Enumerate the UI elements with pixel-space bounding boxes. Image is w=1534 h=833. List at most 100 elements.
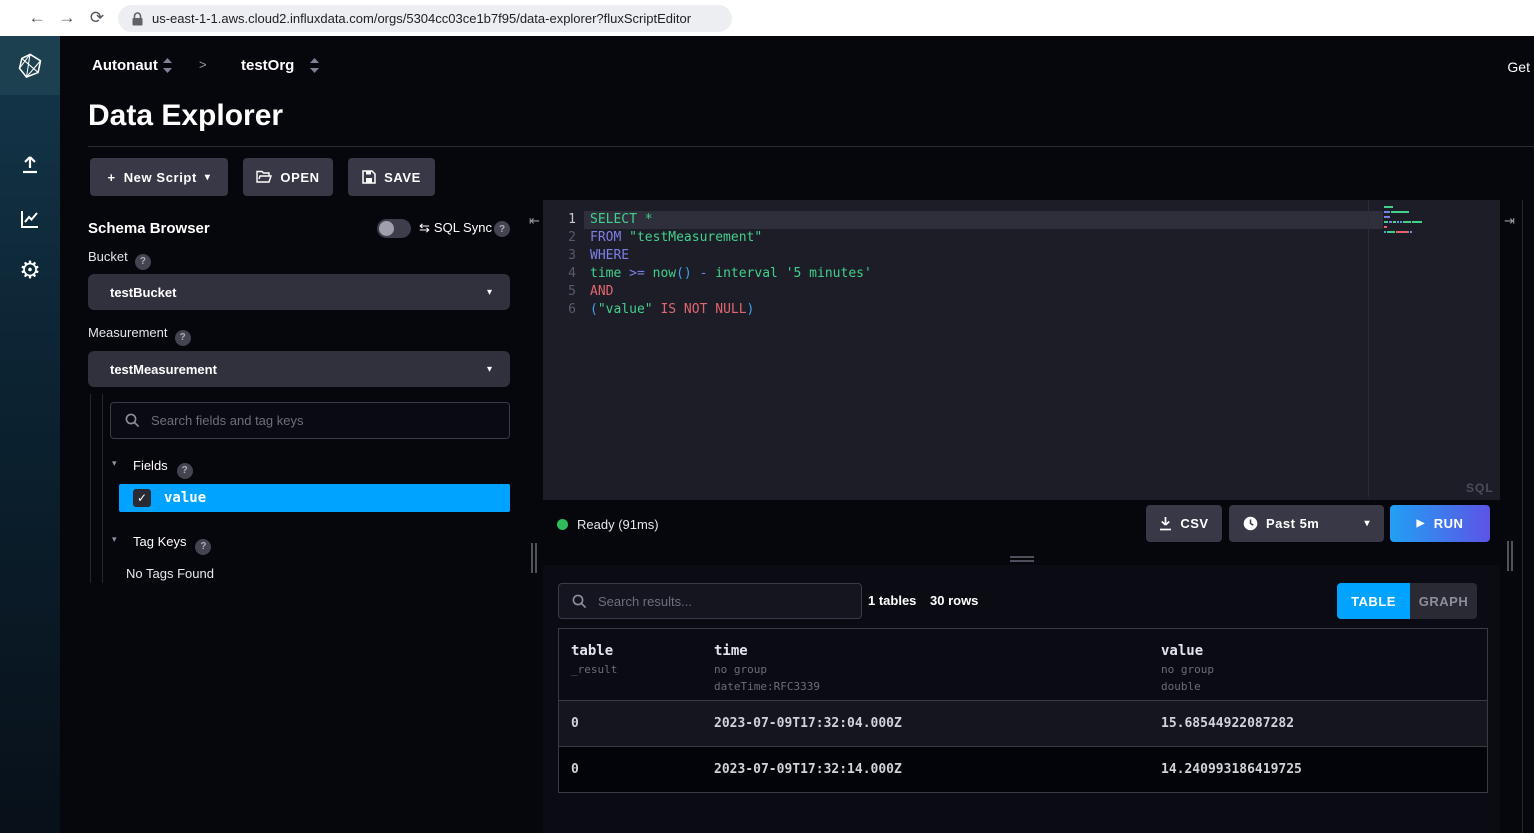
- upload-data-icon[interactable]: [0, 153, 60, 177]
- influxdb-logo[interactable]: [0, 36, 60, 95]
- schema-browser-title: Schema Browser: [88, 220, 210, 237]
- new-script-button[interactable]: + New Script ▾: [90, 158, 228, 196]
- field-item-value[interactable]: ✓ value: [119, 484, 510, 512]
- right-panel-resize-handle[interactable]: [1507, 541, 1509, 571]
- plus-icon: +: [107, 170, 115, 185]
- tab-table[interactable]: TABLE: [1337, 583, 1410, 619]
- data-explorer-icon[interactable]: [0, 207, 60, 231]
- right-panel-resize-handle[interactable]: [1511, 541, 1513, 571]
- indent-guide: [90, 394, 91, 583]
- results-search-placeholder: Search results...: [598, 594, 692, 609]
- sql-sync-toggle[interactable]: [377, 219, 411, 238]
- fields-collapse-icon[interactable]: ▾: [112, 458, 117, 469]
- measurement-label: Measurement ?: [88, 325, 191, 346]
- breadcrumb-separator: >: [199, 57, 207, 72]
- save-icon: [362, 170, 376, 184]
- folder-icon: [256, 170, 272, 184]
- search-icon: [125, 413, 140, 428]
- measurement-help-icon[interactable]: ?: [175, 330, 191, 346]
- nav-sidebar: ⚙ ?: [0, 36, 60, 833]
- chevron-down-icon: ▾: [1364, 518, 1370, 529]
- app-window: ← → ⟳ us-east-1-1.aws.cloud2.influxdata.…: [0, 0, 1534, 833]
- csv-download-button[interactable]: CSV: [1146, 505, 1222, 542]
- table-row[interactable]: 02023-07-09T17:32:04.000Z15.685449220872…: [558, 701, 1488, 747]
- results-body: 02023-07-09T17:32:04.000Z15.685449220872…: [558, 701, 1488, 793]
- lock-icon: [132, 12, 143, 26]
- influxdb-cube-icon: [16, 52, 44, 80]
- tables-count: 1 tables: [868, 593, 916, 608]
- code-line[interactable]: FROM "testMeasurement": [590, 229, 1383, 247]
- top-navbar: Autonaut > testOrg Get: [60, 36, 1534, 95]
- editor-minimap-border: [1368, 200, 1369, 497]
- breadcrumb-org[interactable]: Autonaut: [92, 57, 158, 74]
- editor-minimap[interactable]: [1384, 206, 1422, 233]
- editor-gutter: 123456: [543, 211, 576, 319]
- address-bar[interactable]: us-east-1-1.aws.cloud2.influxdata.com/or…: [118, 5, 732, 32]
- tag-keys-collapse-icon[interactable]: ▾: [112, 534, 117, 545]
- measurement-dropdown[interactable]: testMeasurement ▾: [88, 351, 510, 387]
- schema-search-input[interactable]: Search fields and tag keys: [110, 402, 510, 439]
- results-panel: Search results... 1 tables 30 rows TABLE…: [543, 565, 1500, 833]
- collapse-left-panel-icon[interactable]: ⇤: [529, 213, 540, 229]
- suborg-switcher-icon[interactable]: [310, 58, 319, 78]
- settings-gear-icon[interactable]: ⚙: [0, 258, 60, 284]
- bucket-label: Bucket ?: [88, 249, 151, 270]
- tag-keys-section-label[interactable]: Tag Keys?: [133, 534, 211, 555]
- value-checkbox[interactable]: ✓: [133, 489, 151, 507]
- code-line[interactable]: AND: [590, 283, 1383, 301]
- check-icon: ✓: [137, 491, 147, 505]
- run-query-button[interactable]: ▶ RUN: [1390, 505, 1490, 542]
- breadcrumb-suborg[interactable]: testOrg: [241, 57, 294, 74]
- table-row[interactable]: 02023-07-09T17:32:14.000Z14.240993186419…: [558, 747, 1488, 793]
- open-script-button[interactable]: OPEN: [243, 158, 333, 196]
- time-range-dropdown[interactable]: Past 5m ▾: [1229, 505, 1384, 542]
- results-header-row: table_result timeno groupdateTime:RFC3339…: [558, 628, 1488, 701]
- org-switcher-icon[interactable]: [163, 58, 172, 78]
- tag-keys-help-icon[interactable]: ?: [195, 539, 211, 555]
- title-divider: [88, 146, 1534, 147]
- bucket-help-icon[interactable]: ?: [135, 254, 151, 270]
- search-icon: [572, 594, 587, 609]
- left-panel-resize-handle[interactable]: [531, 543, 533, 573]
- play-icon: ▶: [1417, 518, 1425, 529]
- results-table: table_result timeno groupdateTime:RFC3339…: [558, 628, 1488, 793]
- rows-count: 30 rows: [930, 593, 978, 608]
- chevron-down-icon: ▾: [487, 287, 492, 298]
- save-script-button[interactable]: SAVE: [348, 158, 435, 196]
- query-status-text: Ready (91ms): [577, 517, 659, 532]
- indent-guide: [102, 394, 103, 583]
- sync-arrows-icon: ⇆: [419, 220, 430, 235]
- get-started-link[interactable]: Get: [1507, 59, 1530, 75]
- results-resize-handle[interactable]: [1010, 560, 1034, 562]
- url-text: us-east-1-1.aws.cloud2.influxdata.com/or…: [152, 11, 691, 26]
- browser-forward-icon[interactable]: →: [52, 8, 82, 28]
- tab-graph[interactable]: GRAPH: [1410, 583, 1477, 619]
- sql-sync-help-icon[interactable]: ?: [494, 221, 510, 237]
- sql-code-editor[interactable]: 123456 SELECT *FROM "testMeasurement"WHE…: [543, 200, 1500, 500]
- no-tags-text: No Tags Found: [126, 566, 214, 581]
- column-header: table_result: [571, 643, 617, 676]
- chevron-down-icon: ▾: [205, 172, 211, 183]
- sql-sync-label[interactable]: ⇆SQL Sync: [419, 220, 492, 236]
- right-panel-border: [1522, 200, 1523, 833]
- editor-language-badge: SQL: [1466, 481, 1494, 495]
- expand-right-panel-icon[interactable]: ⇥: [1504, 213, 1515, 229]
- browser-chrome: ← → ⟳ us-east-1-1.aws.cloud2.influxdata.…: [0, 0, 1534, 36]
- browser-back-icon[interactable]: ←: [22, 8, 52, 28]
- toggle-knob: [379, 221, 394, 236]
- column-header: timeno groupdateTime:RFC3339: [714, 643, 820, 693]
- code-line[interactable]: time >= now() - interval '5 minutes': [590, 265, 1383, 283]
- status-indicator-dot: [557, 519, 568, 530]
- results-search-input[interactable]: Search results...: [558, 583, 862, 619]
- browser-refresh-icon[interactable]: ⟳: [82, 8, 112, 28]
- fields-help-icon[interactable]: ?: [177, 463, 193, 479]
- code-line[interactable]: SELECT *: [584, 211, 1383, 229]
- fields-section-label[interactable]: Fields?: [133, 458, 193, 479]
- bucket-dropdown[interactable]: testBucket ▾: [88, 274, 510, 310]
- code-line[interactable]: ("value" IS NOT NULL): [590, 301, 1383, 319]
- results-resize-handle[interactable]: [1010, 556, 1034, 558]
- field-item-label: value: [164, 490, 206, 506]
- code-line[interactable]: WHERE: [590, 247, 1383, 265]
- editor-code[interactable]: SELECT *FROM "testMeasurement"WHEREtime …: [590, 211, 1383, 319]
- left-panel-resize-handle[interactable]: [535, 543, 537, 573]
